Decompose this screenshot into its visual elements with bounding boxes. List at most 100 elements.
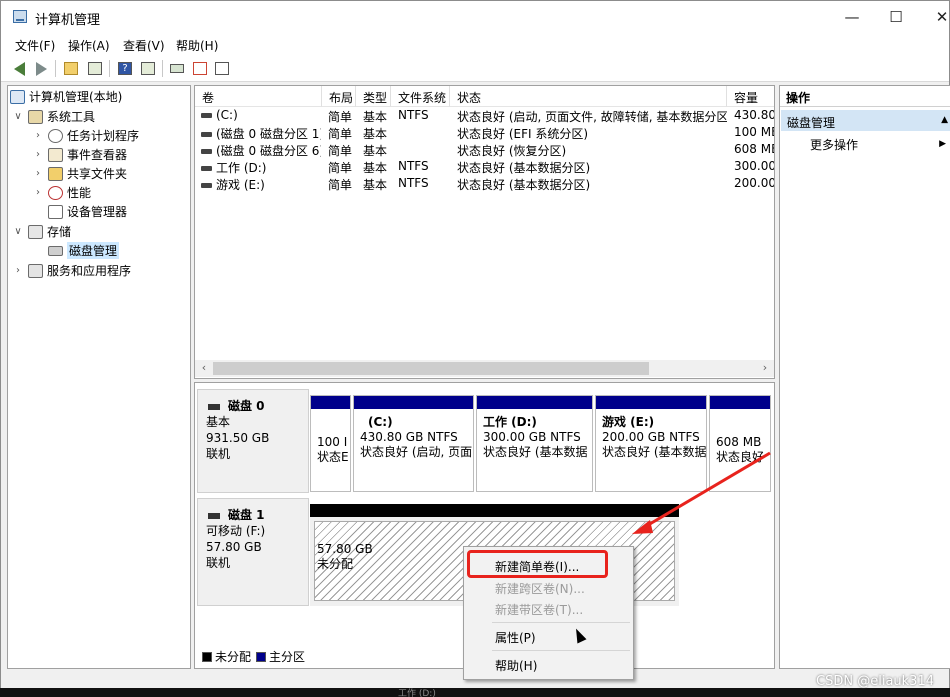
partition-efi[interactable]: 100 I 状态E bbox=[310, 395, 351, 492]
chevron-down-icon[interactable]: ∨ bbox=[12, 111, 24, 122]
column-header-layout[interactable]: 布局 bbox=[322, 86, 356, 107]
tree-item-disk-management[interactable]: 磁盘管理 bbox=[48, 241, 120, 260]
disk-icon bbox=[208, 512, 220, 519]
clock-icon bbox=[48, 128, 63, 143]
table-row[interactable]: (C:) bbox=[197, 108, 321, 125]
menu-action[interactable]: 操作(A) bbox=[68, 37, 110, 54]
legend: 未分配 主分区 bbox=[197, 648, 305, 665]
table-row[interactable]: (磁盘 0 磁盘分区 6) bbox=[197, 142, 321, 159]
chevron-right-icon[interactable]: › bbox=[32, 130, 44, 141]
tree-item-system-tools[interactable]: ∨ 系统工具 bbox=[12, 107, 95, 126]
cell-filesystem: NTFS bbox=[398, 176, 429, 190]
cell-filesystem: NTFS bbox=[398, 159, 429, 173]
chevron-right-icon[interactable]: › bbox=[12, 265, 24, 276]
show-hide-tree-icon[interactable] bbox=[85, 59, 105, 78]
cell-type: 基本 bbox=[363, 144, 388, 158]
cell-filesystem bbox=[394, 125, 450, 142]
column-header-type[interactable]: 类型 bbox=[356, 86, 391, 107]
cell-layout: 简单 bbox=[328, 161, 353, 175]
more-actions[interactable]: 更多操作 bbox=[810, 136, 858, 153]
table-row[interactable]: 游戏 (E:) bbox=[197, 176, 321, 193]
partition-e[interactable]: 游戏 (E:) 200.00 GB NTFS 状态良好 (基本数据 bbox=[595, 395, 707, 492]
connect-icon[interactable] bbox=[167, 59, 187, 78]
tree-item-task-scheduler[interactable]: › 任务计划程序 bbox=[32, 126, 139, 145]
tree-item-computer-management[interactable]: 计算机管理(本地) bbox=[10, 87, 122, 106]
chevron-down-icon[interactable]: ∨ bbox=[12, 226, 24, 237]
annotation-highlight-box bbox=[467, 550, 608, 578]
tree-item-shared-folders[interactable]: › 共享文件夹 bbox=[32, 164, 127, 183]
cell-status: 状态良好 (启动, 页面文件, 故障转储, 基本数据分区) bbox=[457, 110, 727, 124]
chevron-right-icon[interactable]: › bbox=[32, 149, 44, 160]
disk-1-label[interactable]: 磁盘 1 可移动 (F:) 57.80 GB 联机 bbox=[197, 498, 309, 606]
disk-icon bbox=[48, 245, 63, 256]
scrollbar-thumb[interactable] bbox=[213, 362, 649, 375]
volume-icon bbox=[201, 132, 212, 137]
menu-properties[interactable]: 属性(P) bbox=[495, 629, 536, 646]
tree-item-storage[interactable]: ∨ 存储 bbox=[12, 222, 71, 241]
cell-type: 基本 bbox=[363, 178, 388, 192]
collapse-icon[interactable]: ▲ bbox=[941, 115, 948, 125]
partition-c[interactable]: (C:) 430.80 GB NTFS 状态良好 (启动, 页面 bbox=[353, 395, 474, 492]
column-header-volume[interactable]: 卷 bbox=[195, 86, 322, 107]
menu-help[interactable]: 帮助(H) bbox=[495, 657, 537, 674]
disk-0-status: 联机 bbox=[206, 447, 231, 461]
table-row[interactable]: 工作 (D:) bbox=[197, 159, 321, 176]
checklist-icon[interactable] bbox=[190, 59, 210, 78]
volume-icon bbox=[201, 113, 212, 118]
chevron-right-icon[interactable]: › bbox=[32, 168, 44, 179]
navigation-tree: 计算机管理(本地) ∨ 系统工具 › 任务计划程序 › 事件查看器 › 共享文件… bbox=[7, 85, 191, 669]
help-icon[interactable]: ? bbox=[115, 59, 135, 78]
maximize-button[interactable]: ☐ bbox=[873, 1, 919, 33]
tools-icon bbox=[28, 109, 43, 124]
menu-file[interactable]: 文件(F) bbox=[15, 37, 55, 54]
tree-item-services-apps[interactable]: › 服务和应用程序 bbox=[12, 261, 131, 280]
close-button[interactable]: ✕ bbox=[919, 1, 950, 33]
cell-status: 状态良好 (基本数据分区) bbox=[457, 178, 591, 192]
legend-primary-swatch bbox=[256, 651, 267, 662]
disk-1-type: 可移动 (F:) bbox=[206, 524, 266, 538]
services-icon bbox=[28, 263, 43, 278]
computer-management-icon bbox=[13, 10, 27, 23]
cell-type: 基本 bbox=[363, 161, 388, 175]
partition-recovery[interactable]: 608 MB 状态良好 bbox=[709, 395, 771, 492]
menu-help[interactable]: 帮助(H) bbox=[176, 37, 218, 54]
menu-bar: 文件(F) 操作(A) 查看(V) 帮助(H) bbox=[1, 33, 949, 55]
disk-0-label[interactable]: 磁盘 0 基本 931.50 GB 联机 bbox=[197, 389, 309, 493]
column-header-capacity[interactable]: 容量 bbox=[727, 86, 774, 107]
scroll-right-icon[interactable]: › bbox=[757, 361, 773, 374]
disk-1-status: 联机 bbox=[206, 556, 231, 570]
legend-unallocated-swatch bbox=[202, 651, 212, 662]
partition-d[interactable]: 工作 (D:) 300.00 GB NTFS 状态良好 (基本数据 bbox=[476, 395, 593, 492]
title-bar: 计算机管理 — ☐ ✕ bbox=[1, 1, 949, 33]
tree-item-event-viewer[interactable]: › 事件查看器 bbox=[32, 145, 127, 164]
column-header-filesystem[interactable]: 文件系统 bbox=[391, 86, 450, 107]
chevron-right-icon[interactable]: › bbox=[32, 187, 44, 198]
back-arrow-icon[interactable] bbox=[9, 59, 29, 78]
cell-layout: 简单 bbox=[328, 178, 353, 192]
forward-arrow-icon[interactable] bbox=[31, 59, 51, 78]
cell-layout: 简单 bbox=[328, 110, 353, 124]
actions-section-disk-management[interactable]: 磁盘管理 ▲ bbox=[781, 110, 950, 131]
actions-header: 操作 bbox=[780, 86, 950, 107]
legend-primary-label: 主分区 bbox=[269, 650, 306, 664]
show-hide-action-pane-icon[interactable] bbox=[138, 59, 158, 78]
cell-layout: 简单 bbox=[328, 127, 353, 141]
column-header-status[interactable]: 状态 bbox=[450, 86, 727, 107]
properties-icon[interactable] bbox=[212, 59, 232, 78]
minimize-button[interactable]: — bbox=[829, 1, 875, 33]
toolbar: ? bbox=[1, 55, 949, 82]
legend-unallocated-label: 未分配 bbox=[215, 650, 252, 664]
scroll-left-icon[interactable]: ‹ bbox=[196, 361, 212, 374]
menu-new-spanned-volume: 新建跨区卷(N)... bbox=[495, 582, 585, 596]
table-row[interactable]: (磁盘 0 磁盘分区 1) bbox=[197, 125, 321, 142]
horizontal-scrollbar[interactable]: ‹ › bbox=[195, 360, 774, 377]
menu-view[interactable]: 查看(V) bbox=[123, 37, 165, 54]
cell-layout: 简单 bbox=[328, 144, 353, 158]
tree-item-performance[interactable]: › 性能 bbox=[32, 183, 91, 202]
tree-item-device-manager[interactable]: 设备管理器 bbox=[48, 202, 127, 221]
chevron-right-icon[interactable]: ▶ bbox=[939, 139, 946, 149]
volume-icon bbox=[201, 166, 212, 171]
folder-up-icon[interactable] bbox=[61, 59, 81, 78]
window-title: 计算机管理 bbox=[35, 13, 101, 28]
cell-status: 状态良好 (基本数据分区) bbox=[457, 161, 591, 175]
